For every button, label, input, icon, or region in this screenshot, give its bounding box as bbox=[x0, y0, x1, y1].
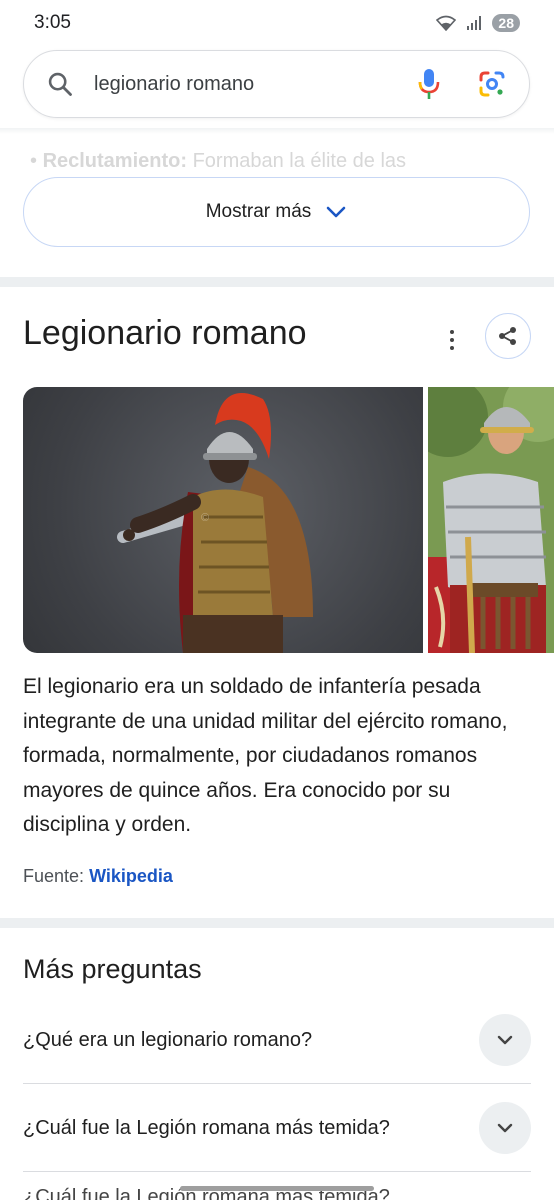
knowledge-panel-description: El legionario era un soldado de infanter… bbox=[23, 675, 508, 836]
wifi-icon bbox=[436, 15, 457, 31]
legionary-image-1[interactable]: © bbox=[23, 387, 423, 653]
dot-icon bbox=[450, 330, 454, 334]
search-icon[interactable] bbox=[46, 70, 74, 98]
show-more-label: Mostrar más bbox=[205, 201, 312, 222]
google-lens-icon[interactable] bbox=[477, 69, 507, 99]
status-time: 3:05 bbox=[34, 12, 71, 33]
chevron-down-icon bbox=[497, 1123, 513, 1133]
more-options-button[interactable] bbox=[440, 326, 464, 354]
dot-icon bbox=[450, 338, 454, 342]
more-questions-title: Más preguntas bbox=[23, 954, 202, 984]
dot-icon bbox=[450, 346, 454, 350]
battery-indicator: 28 bbox=[492, 14, 520, 32]
expand-button[interactable] bbox=[479, 1014, 531, 1066]
chevron-down-icon bbox=[326, 206, 346, 218]
faded-list-item: • Reclutamiento: Formaban la élite de la… bbox=[30, 150, 407, 172]
question-text: ¿Cuál fue la Legión romana más temida? bbox=[23, 1116, 390, 1139]
show-more-button[interactable]: Mostrar más bbox=[23, 177, 530, 247]
expand-button[interactable] bbox=[479, 1102, 531, 1154]
status-bar: 3:05 28 bbox=[0, 0, 554, 46]
navigation-handle[interactable] bbox=[180, 1186, 374, 1191]
signal-icon bbox=[467, 16, 482, 30]
question-row[interactable]: ¿Qué era un legionario romano? bbox=[23, 996, 531, 1084]
share-button[interactable] bbox=[485, 313, 531, 359]
status-icons: 28 bbox=[436, 14, 520, 32]
knowledge-panel-title: Legionario romano bbox=[23, 314, 307, 352]
faded-list-text: Formaban la élite de las bbox=[187, 150, 407, 172]
chevron-down-icon bbox=[497, 1035, 513, 1045]
source-label: Fuente: bbox=[23, 866, 85, 886]
svg-text:©: © bbox=[201, 512, 209, 524]
microphone-icon[interactable] bbox=[417, 67, 441, 101]
legionary-image-2[interactable] bbox=[428, 387, 554, 653]
section-divider bbox=[0, 277, 554, 287]
question-row[interactable]: ¿Cuál fue la Legión romana más temida? bbox=[23, 1084, 531, 1172]
wikipedia-link[interactable]: Wikipedia bbox=[89, 866, 173, 886]
reenactor-illustration bbox=[428, 387, 554, 653]
section-divider bbox=[0, 918, 554, 928]
legionary-illustration: © bbox=[117, 392, 313, 653]
share-icon bbox=[499, 327, 516, 345]
search-bar[interactable]: legionario romano bbox=[23, 50, 530, 118]
search-input[interactable]: legionario romano bbox=[94, 73, 417, 96]
faded-list-label: Reclutamiento: bbox=[42, 150, 188, 172]
header-shadow bbox=[0, 128, 554, 134]
question-text: ¿Qué era un legionario romano? bbox=[23, 1028, 313, 1051]
source-line: Fuente: Wikipedia bbox=[23, 866, 173, 887]
